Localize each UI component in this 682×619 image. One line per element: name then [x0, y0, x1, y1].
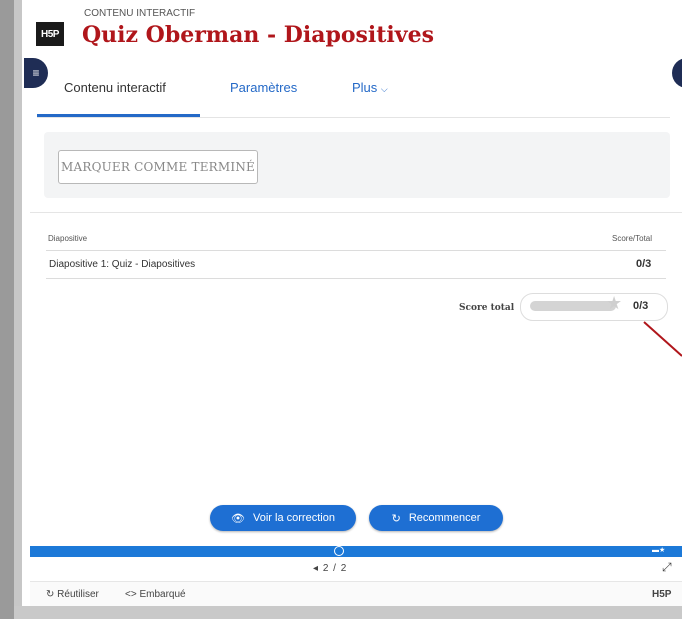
tab-more[interactable]: Plus ⌵: [352, 80, 388, 95]
eye-icon: 👁︎: [231, 512, 246, 525]
menu-icon: ≡: [32, 66, 40, 80]
embed-button[interactable]: <> Embarqué: [125, 589, 186, 600]
navigation-strip: [30, 557, 682, 582]
column-header-slide: Diapositive: [48, 234, 88, 243]
restart-label: Recommencer: [408, 512, 481, 524]
chevron-down-icon: ⌵: [380, 84, 388, 94]
embed-label: Embarqué: [139, 589, 186, 600]
frame-left-inner: [14, 0, 22, 619]
tab-interactive-content[interactable]: Contenu interactif: [64, 80, 166, 95]
h5p-footer-logo[interactable]: H5P: [652, 589, 671, 600]
slide-counter: ◂ 2 / 2: [313, 563, 347, 574]
tab-more-label: Plus: [352, 80, 378, 95]
previous-slide-icon[interactable]: ◂: [313, 563, 319, 574]
row-divider: [46, 278, 666, 279]
restart-button[interactable]: ↻ Recommencer: [369, 505, 503, 531]
reuse-label: Réutiliser: [57, 589, 99, 600]
tabs-separator: [37, 117, 670, 118]
fullscreen-icon[interactable]: ⤢: [662, 560, 672, 575]
mark-done-button[interactable]: MARQUER COMME TERMINÉ: [58, 150, 258, 184]
code-icon: <>: [125, 589, 137, 600]
total-score-value: 0/3: [633, 300, 649, 312]
column-header-score: Score/Total: [612, 234, 653, 243]
total-score-label: Score total: [459, 303, 515, 313]
summary-row-score: 0/3: [636, 258, 652, 270]
total-score-bar: [530, 301, 616, 311]
slide-counter-text: 2 / 2: [322, 563, 348, 574]
summary-row-label[interactable]: Diapositive 1: Quiz - Diapositives: [49, 259, 195, 270]
page-title: Quiz Oberman - Diapositives: [82, 22, 434, 48]
content-type-label: CONTENU INTERACTIF: [84, 8, 196, 19]
refresh-icon: ↻: [391, 512, 401, 525]
current-slide-marker[interactable]: [334, 546, 344, 556]
slide-progress-bar[interactable]: [30, 546, 682, 557]
show-solution-label: Voir la correction: [253, 512, 335, 524]
show-solution-button[interactable]: 👁︎ Voir la correction: [210, 505, 356, 531]
tab-settings[interactable]: Paramètres: [230, 80, 297, 95]
frame-bottom: [14, 606, 682, 619]
score-stars-icon: ▬★: [652, 547, 666, 554]
row-divider: [46, 250, 666, 251]
star-icon: ★: [606, 293, 623, 313]
reuse-button[interactable]: ↻ Réutiliser: [46, 589, 99, 600]
annotation-arrow: [643, 321, 682, 357]
reuse-icon: ↻: [46, 589, 55, 600]
h5p-logo: H5P: [36, 22, 64, 46]
